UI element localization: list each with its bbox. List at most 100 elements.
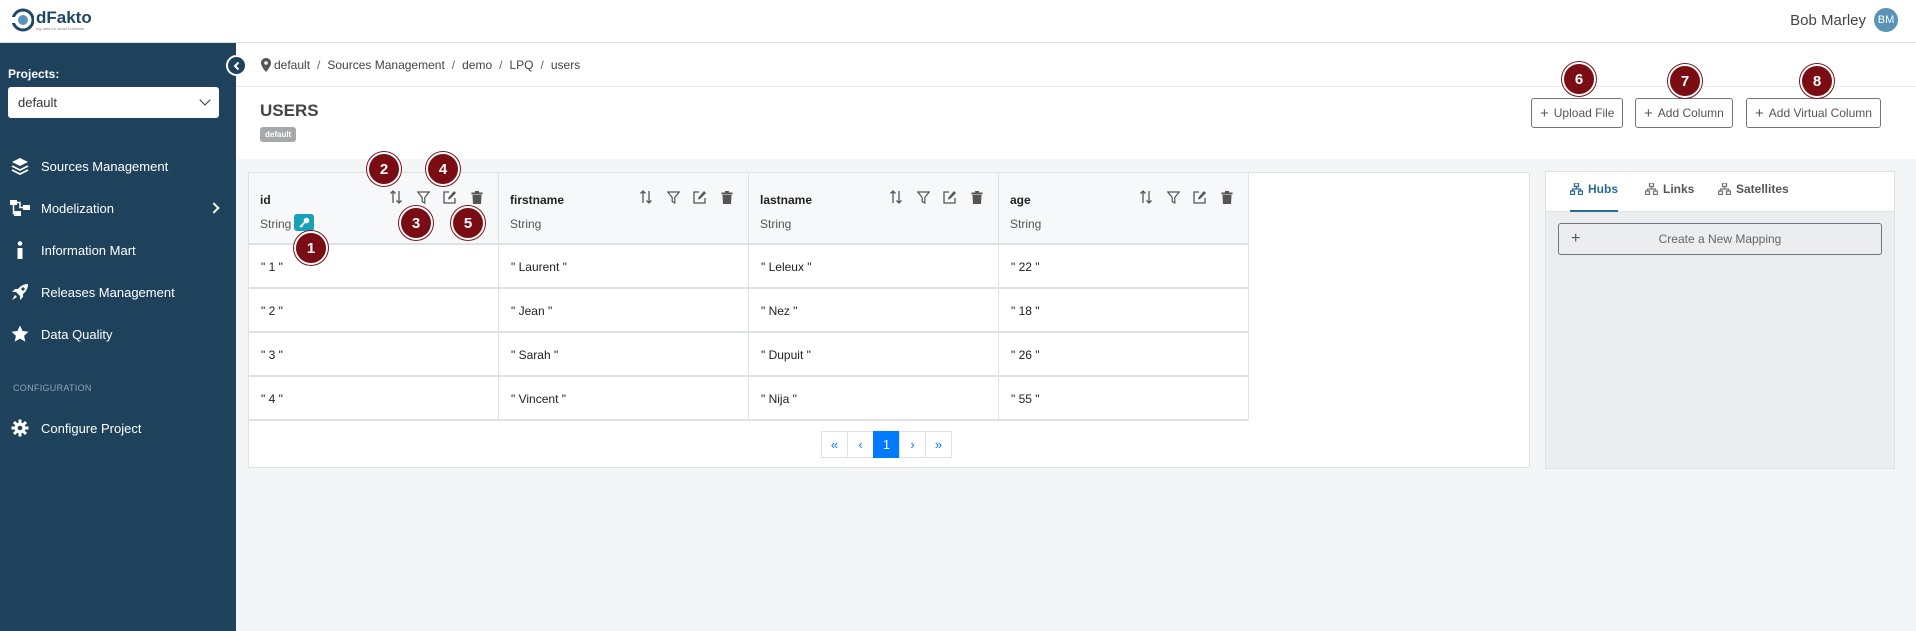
layers-icon [10,156,30,176]
add-virtual-column-label: Add Virtual Column [1768,106,1872,120]
last-page-button[interactable]: » [925,431,952,458]
breadcrumb-item[interactable]: default [274,58,310,72]
tab-satellites[interactable]: Satellites [1718,182,1789,212]
filter-icon[interactable] [416,190,430,204]
key-icon [298,217,309,228]
filter-icon[interactable] [666,190,680,204]
top-bar: dFakto big data for smart business Bob M… [0,0,1916,43]
upload-file-button[interactable]: + Upload File [1531,98,1624,128]
page-title: USERS [260,101,319,120]
tab-label: Hubs [1588,182,1618,196]
sidebar-collapse-button[interactable] [226,55,247,76]
filter-icon[interactable] [1166,190,1180,204]
user-menu[interactable]: Bob Marley BM [1790,8,1898,32]
table-column: age String " 22 " " 18 " " 26 " " 55 " [999,173,1249,421]
table-cell: " Jean " [499,289,749,333]
table-cell: " Leleux " [749,245,999,289]
filter-icon[interactable] [916,190,930,204]
breadcrumb-separator: / [540,57,544,72]
edit-icon[interactable] [943,190,957,204]
column-actions [1139,190,1234,204]
table-cell: " 1 " [249,245,499,289]
project-select[interactable]: default [8,87,219,118]
column-type: String [1010,217,1042,231]
projects-label: Projects: [8,67,60,81]
sort-icon[interactable] [389,190,403,204]
edit-icon[interactable] [1193,190,1207,204]
edit-icon[interactable] [443,190,457,204]
callout-marker: 5 [451,206,485,240]
primary-key-button[interactable] [294,214,314,231]
trash-icon[interactable] [970,190,984,204]
column-type: String [510,217,542,231]
sidebar-item-releases-management[interactable]: Releases Management [0,277,236,307]
table-cell: " 3 " [249,333,499,377]
page-header: USERS default + Upload File + Add Column… [236,87,1916,159]
plus-icon: + [1571,230,1581,247]
edit-icon[interactable] [693,190,707,204]
column-name: age [1010,193,1031,207]
logo-tagline: big data for smart business [36,26,85,31]
plus-icon: + [1755,104,1764,122]
status-badge: default [260,127,297,142]
avatar[interactable]: BM [1874,8,1898,32]
breadcrumb-item[interactable]: Sources Management [327,58,444,72]
breadcrumb-item[interactable]: LPQ [510,58,534,72]
callout-marker: 8 [1800,64,1834,98]
column-actions [389,190,484,204]
sitemap-icon [1718,183,1731,195]
next-page-button[interactable]: › [899,431,926,458]
breadcrumb-item[interactable]: demo [462,58,492,72]
sort-icon[interactable] [889,190,903,204]
column-type: String [760,217,792,231]
sidebar-item-label: Modelization [41,200,114,216]
sort-icon[interactable] [1139,190,1153,204]
breadcrumb: default / Sources Management / demo / LP… [236,43,1916,87]
create-mapping-label: Create a New Mapping [1658,232,1782,246]
column-actions [889,190,984,204]
add-column-button[interactable]: + Add Column [1635,98,1733,128]
app-logo[interactable]: dFakto big data for smart business [11,7,92,33]
sidebar-item-data-quality[interactable]: Data Quality [0,319,236,349]
breadcrumb-item-current: users [550,57,581,72]
table-cell: " 55 " [999,377,1249,421]
first-page-button[interactable]: « [821,431,848,458]
table-cell: " 2 " [249,289,499,333]
add-virtual-column-button[interactable]: + Add Virtual Column [1746,98,1881,128]
callout-marker: 3 [399,206,433,240]
sidebar-item-label: Information Mart [41,242,136,258]
tab-links[interactable]: Links [1645,182,1694,212]
callout-marker: 6 [1562,62,1596,96]
sidebar-item-configure-project[interactable]: Configure Project [0,413,236,443]
table-cell: " Sarah " [499,333,749,377]
tab-hubs[interactable]: Hubs [1570,182,1618,212]
column-header: firstname String [499,173,749,245]
column-type: String [260,217,292,231]
trash-icon[interactable] [470,190,484,204]
trash-icon[interactable] [1220,190,1234,204]
column-name: id [260,193,271,207]
prev-page-button[interactable]: ‹ [847,431,874,458]
sidebar-item-modelization[interactable]: Modelization [0,193,236,223]
rocket-icon [10,282,30,302]
table-cell: " 22 " [999,245,1249,289]
sidebar-item-information-mart[interactable]: Information Mart [0,235,236,265]
callout-marker: 1 [294,231,328,265]
sidebar: Projects: default Sources Management Mod… [0,43,236,631]
table-cell: " Nez " [749,289,999,333]
trash-icon[interactable] [720,190,734,204]
mapping-panel: Hubs Links Satellites + Create a New Map… [1545,171,1895,469]
create-mapping-button[interactable]: + Create a New Mapping [1558,223,1882,255]
star-icon [10,324,30,344]
project-select-value: default [18,95,58,110]
page-button-current[interactable]: 1 [873,431,900,458]
plus-icon: + [1540,104,1549,122]
table-cell: " 26 " [999,333,1249,377]
table-column: firstname String " Laurent " " Jean " " Sara… [499,173,749,421]
sort-icon[interactable] [639,190,653,204]
table-cell: " Dupuit " [749,333,999,377]
sidebar-item-sources-management[interactable]: Sources Management [0,151,236,181]
column-actions [639,190,734,204]
sidebar-item-label: Releases Management [41,284,175,300]
info-icon [10,240,30,260]
